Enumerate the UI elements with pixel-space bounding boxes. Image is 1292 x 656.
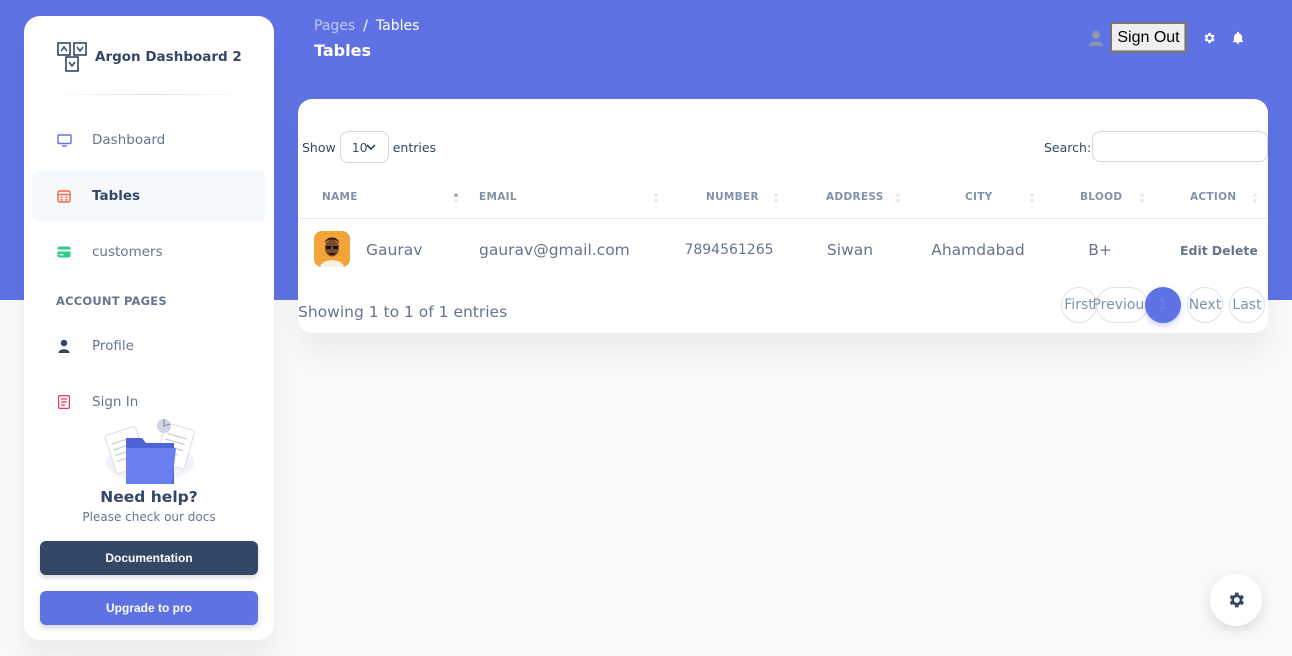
sort-icon xyxy=(773,193,779,203)
section-title: ACCOUNT PAGES xyxy=(56,294,167,308)
sort-icon xyxy=(895,193,901,203)
pagination-page-1[interactable]: 1 xyxy=(1145,287,1181,323)
sidebar-item-dashboard[interactable]: Dashboard xyxy=(32,114,266,166)
bell-icon[interactable] xyxy=(1231,31,1245,45)
sidebar-item-label: Profile xyxy=(92,338,134,354)
column-header-city[interactable]: CITY xyxy=(965,191,993,203)
breadcrumb-parent[interactable]: Pages xyxy=(314,18,355,34)
sidebar: Argon Dashboard 2 Dashboard Tables custo… xyxy=(24,16,274,640)
document-icon xyxy=(56,394,72,410)
chevron-down-icon xyxy=(366,144,376,151)
header-divider xyxy=(298,218,1268,219)
column-header-blood[interactable]: BLOOD xyxy=(1080,191,1122,203)
divider xyxy=(48,94,250,95)
sort-icon xyxy=(1252,193,1258,203)
sidebar-item-tables[interactable]: Tables xyxy=(32,170,266,222)
entries-label: entries xyxy=(392,139,437,155)
cell-number: 7894561265 xyxy=(684,242,774,258)
upgrade-to-pro-button[interactable]: Upgrade to pro xyxy=(40,591,258,625)
breadcrumb-current: Tables xyxy=(375,18,420,34)
brand[interactable]: Argon Dashboard 2 xyxy=(56,41,242,73)
cell-address: Siwan xyxy=(826,241,874,259)
gear-icon[interactable] xyxy=(1202,31,1216,45)
pagination-next[interactable]: Next xyxy=(1187,287,1223,323)
page-title: Tables xyxy=(314,41,371,60)
column-header-number[interactable]: NUMBER xyxy=(706,191,759,203)
search-label: Search: xyxy=(1044,140,1092,155)
folder-illustration-icon xyxy=(104,419,195,484)
monitor-icon xyxy=(56,132,72,148)
sidebar-item-label: customers xyxy=(92,244,163,260)
sign-out-button[interactable]: Sign Out xyxy=(1110,22,1187,53)
column-header-name[interactable]: NAME xyxy=(322,191,358,203)
cell-city: Ahamdabad xyxy=(931,241,1025,259)
sort-icon xyxy=(1029,193,1035,203)
sidebar-item-label: Sign In xyxy=(92,394,139,410)
column-header-email[interactable]: EMAIL xyxy=(479,191,517,203)
sidebar-item-label: Tables xyxy=(92,188,141,204)
avatar xyxy=(314,231,350,267)
tables-card: Show 10 entries Search: NAME EMAIL NUMBE… xyxy=(298,99,1268,333)
row-actions: Edit Delete xyxy=(1180,243,1258,258)
edit-link[interactable]: Edit xyxy=(1180,243,1208,258)
entries-select[interactable]: 10 xyxy=(339,131,389,163)
brand-name: Argon Dashboard 2 xyxy=(95,49,242,65)
search-input[interactable] xyxy=(1092,131,1268,162)
sort-icon xyxy=(453,193,459,203)
sort-icon xyxy=(1139,193,1145,203)
cell-email: gaurav@gmail.com xyxy=(479,241,630,259)
sidebar-item-profile[interactable]: Profile xyxy=(32,320,266,372)
pagination-last[interactable]: Last xyxy=(1229,287,1265,323)
sidebar-item-customers[interactable]: customers xyxy=(32,226,266,278)
entries-control: Show 10 entries xyxy=(302,131,436,163)
column-header-address[interactable]: ADDRESS xyxy=(826,191,884,203)
table-info: Showing 1 to 1 of 1 entries xyxy=(298,303,508,321)
user-icon xyxy=(56,338,72,354)
sidebar-item-label: Dashboard xyxy=(92,132,166,148)
cell-blood: B+ xyxy=(1088,241,1112,259)
cell-name: Gaurav xyxy=(366,241,423,259)
calendar-icon xyxy=(56,188,72,204)
settings-fab[interactable] xyxy=(1210,574,1262,626)
brand-logo-icon xyxy=(57,42,87,72)
documentation-button[interactable]: Documentation xyxy=(40,541,258,575)
delete-link[interactable]: Delete xyxy=(1212,243,1258,258)
pagination-previous[interactable]: Previous xyxy=(1092,287,1152,323)
show-label: Show xyxy=(302,139,336,155)
breadcrumb-separator: / xyxy=(363,18,368,34)
column-header-action[interactable]: ACTION xyxy=(1190,191,1236,203)
help-subtitle: Please check our docs xyxy=(82,510,216,524)
sort-icon xyxy=(653,193,659,203)
gear-icon xyxy=(1229,592,1244,608)
breadcrumb: Pages / Tables xyxy=(314,18,419,34)
credit-card-icon xyxy=(56,244,72,260)
user-icon xyxy=(1089,31,1103,46)
help-title: Need help? xyxy=(100,488,198,506)
